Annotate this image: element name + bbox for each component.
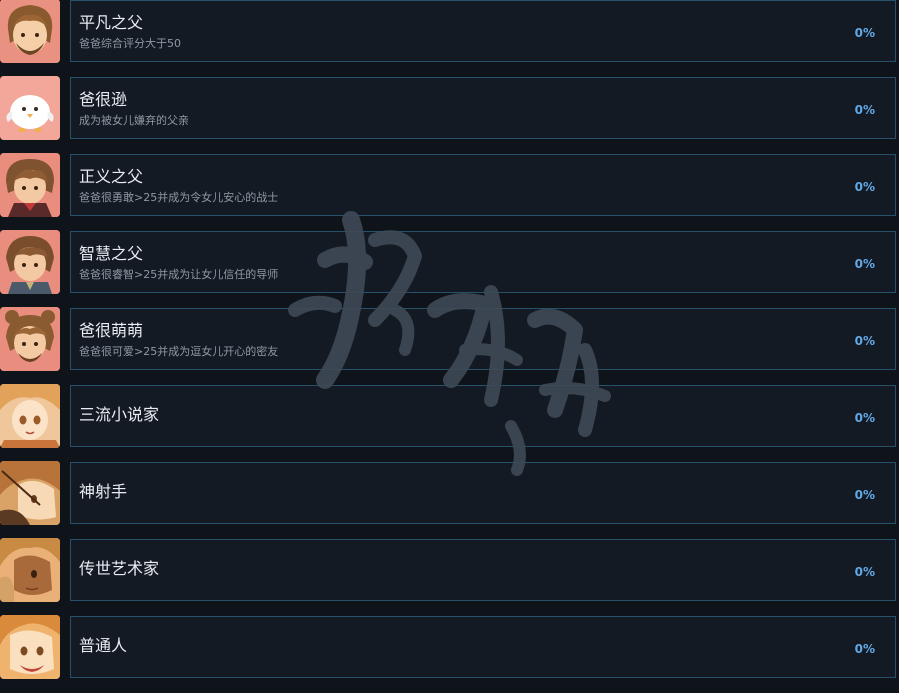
achievement-title: 普通人: [79, 636, 128, 655]
white-chick-portrait-icon: [0, 76, 60, 140]
achievement-title: 正义之父: [79, 167, 144, 186]
achievement-description: 爸爸很睿智>25并成为让女儿信任的导师: [79, 268, 279, 281]
achievement-row[interactable]: 传世艺术家 0%: [0, 538, 899, 616]
achievement-description: 爸爸很可爱>25并成为逗女儿开心的密友: [79, 345, 279, 358]
daughter-artist-portrait-icon: [0, 538, 60, 602]
unlock-percent: 0%: [854, 103, 875, 117]
achievement-description: 爸爸很勇敢>25并成为令女儿安心的战士: [79, 191, 279, 204]
achievement-card: 平凡之父 爸爸综合评分大于50 0%: [70, 0, 896, 62]
father-mentor-portrait-icon: [0, 230, 60, 294]
achievement-card: 三流小说家 0%: [70, 385, 896, 447]
unlock-percent: 0%: [854, 411, 875, 425]
unlock-percent: 0%: [854, 26, 875, 40]
unlock-percent: 0%: [854, 565, 875, 579]
achievement-card: 传世艺术家 0%: [70, 539, 896, 601]
achievement-title: 爸很萌萌: [79, 321, 144, 340]
achievement-row[interactable]: 爸很萌萌 爸爸很可爱>25并成为逗女儿开心的密友 0%: [0, 307, 899, 385]
achievement-description: 爸爸综合评分大于50: [79, 37, 181, 50]
achievement-title: 爸很逊: [79, 90, 128, 109]
unlock-percent: 0%: [854, 488, 875, 502]
achievement-title: 神射手: [79, 482, 128, 501]
achievement-card: 普通人 0%: [70, 616, 896, 678]
daughter-ordinary-portrait-icon: [0, 615, 60, 679]
achievement-title: 智慧之父: [79, 244, 144, 263]
achievement-row[interactable]: 爸很逊 成为被女儿嫌弃的父亲 0%: [0, 76, 899, 154]
achievement-title: 三流小说家: [79, 405, 160, 424]
daughter-archer-portrait-icon: [0, 461, 60, 525]
achievement-title: 平凡之父: [79, 13, 144, 32]
father-warrior-portrait-icon: [0, 153, 60, 217]
unlock-percent: 0%: [854, 334, 875, 348]
unlock-percent: 0%: [854, 180, 875, 194]
achievement-card: 爸很逊 成为被女儿嫌弃的父亲 0%: [70, 77, 896, 139]
achievement-row[interactable]: 平凡之父 爸爸综合评分大于50 0%: [0, 0, 899, 77]
unlock-percent: 0%: [854, 642, 875, 656]
father-bear-ears-portrait-icon: [0, 307, 60, 371]
achievement-list: 平凡之父 爸爸综合评分大于50 0% 爸很逊 成为被女儿嫌弃的父亲 0% 正义之…: [0, 0, 899, 681]
achievement-title: 传世艺术家: [79, 559, 160, 578]
achievement-card: 智慧之父 爸爸很睿智>25并成为让女儿信任的导师 0%: [70, 231, 896, 293]
achievement-row[interactable]: 三流小说家 0%: [0, 384, 899, 462]
achievement-description: 成为被女儿嫌弃的父亲: [79, 114, 189, 127]
achievement-row[interactable]: 普通人 0%: [0, 615, 899, 693]
achievement-card: 爸很萌萌 爸爸很可爱>25并成为逗女儿开心的密友 0%: [70, 308, 896, 370]
bearded-father-portrait-icon: [0, 0, 60, 63]
achievement-card: 神射手 0%: [70, 462, 896, 524]
unlock-percent: 0%: [854, 257, 875, 271]
achievement-row[interactable]: 神射手 0%: [0, 461, 899, 539]
achievement-row[interactable]: 智慧之父 爸爸很睿智>25并成为让女儿信任的导师 0%: [0, 230, 899, 308]
achievement-row[interactable]: 正义之父 爸爸很勇敢>25并成为令女儿安心的战士 0%: [0, 153, 899, 231]
achievement-card: 正义之父 爸爸很勇敢>25并成为令女儿安心的战士 0%: [70, 154, 896, 216]
daughter-novelist-portrait-icon: [0, 384, 60, 448]
